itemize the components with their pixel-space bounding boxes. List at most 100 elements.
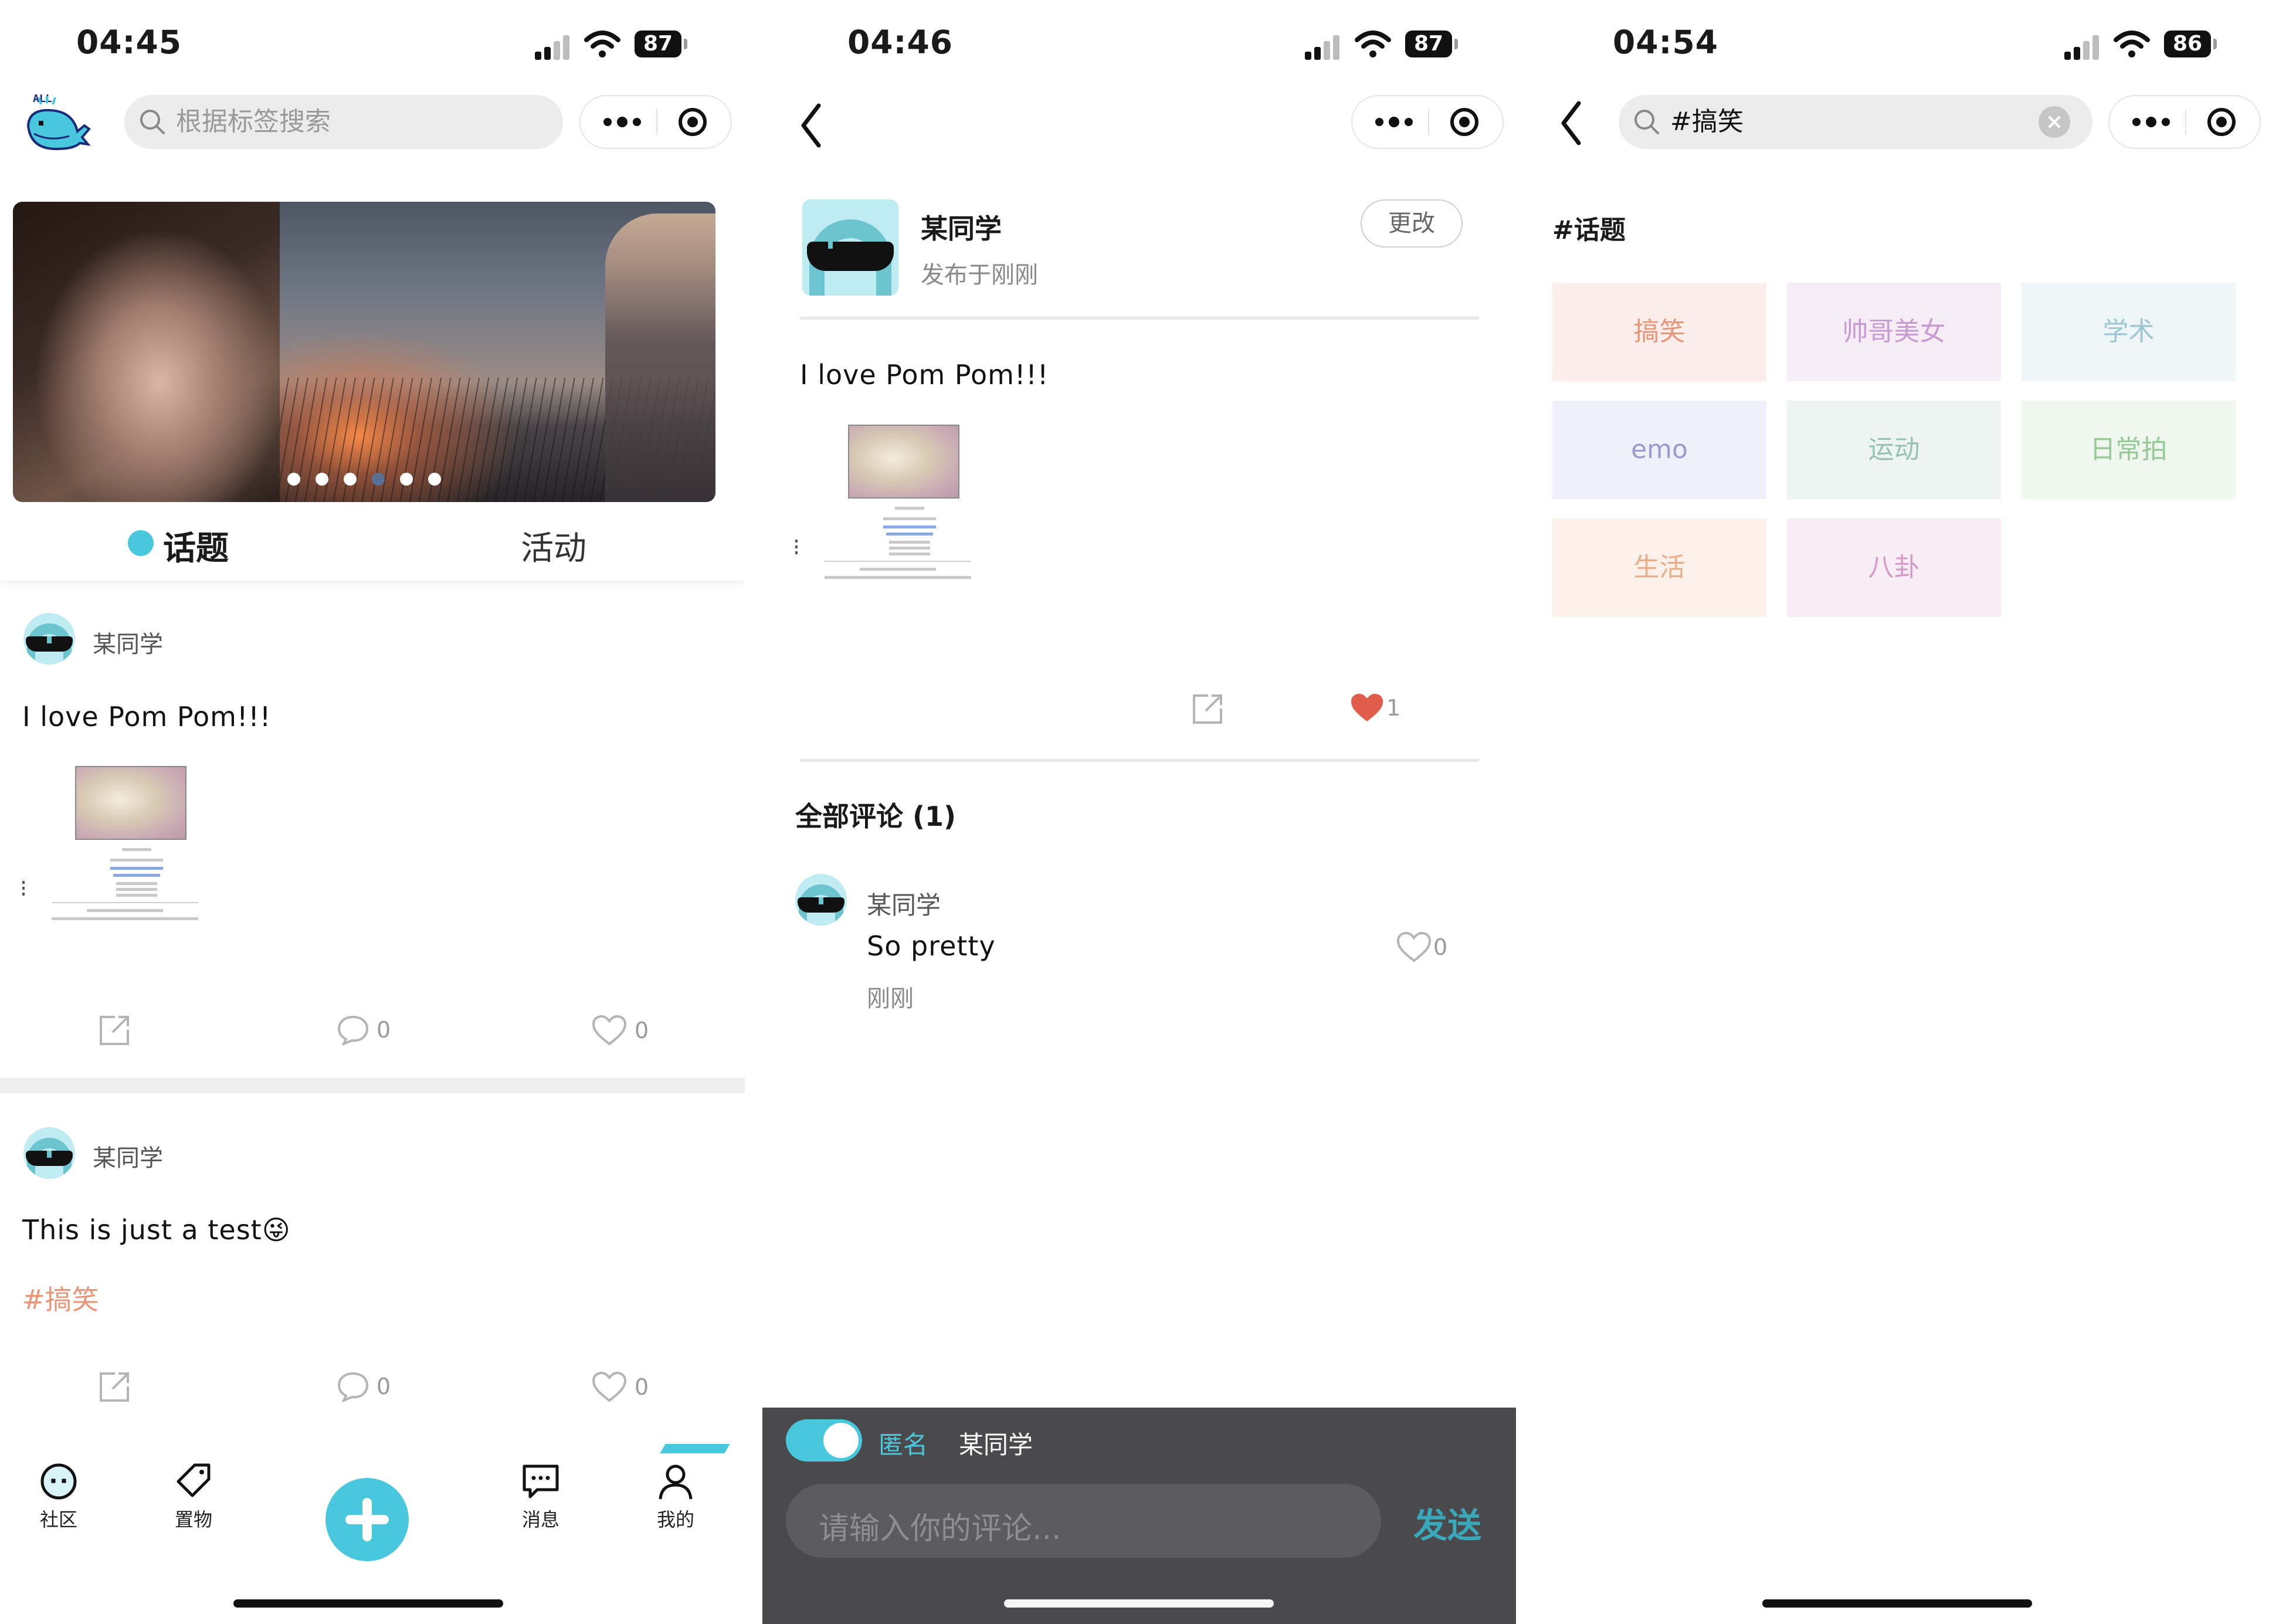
- tag-chip-academic[interactable]: 学术: [2022, 283, 2236, 381]
- tab-community[interactable]: 社区: [23, 1460, 94, 1532]
- message-icon: [523, 1464, 559, 1498]
- post-author: 某同学: [93, 1145, 163, 1172]
- cellular-signal-icon: [1305, 34, 1342, 60]
- heart-icon: [592, 1015, 627, 1046]
- like-button[interactable]: 0: [591, 1015, 649, 1046]
- close-miniprogram-icon[interactable]: [2206, 107, 2237, 137]
- more-icon[interactable]: [602, 113, 643, 131]
- tag-chip-funny[interactable]: 搞笑: [1552, 283, 1766, 381]
- post-tag[interactable]: #搞笑: [22, 1279, 99, 1317]
- close-miniprogram-icon[interactable]: [677, 107, 708, 137]
- share-icon: [1193, 694, 1222, 724]
- like-count: 0: [635, 1374, 649, 1400]
- like-count: 0: [635, 1018, 649, 1043]
- cellular-signal-icon: [2064, 34, 2102, 60]
- community-screen: 04:45 87 ALL 根据标签搜索 话题 活动 某同学 I love Pom…: [0, 0, 745, 1624]
- share-icon: [100, 1372, 129, 1402]
- comment-icon: [337, 1372, 369, 1402]
- tag-chip-emo[interactable]: emo: [1552, 401, 1766, 499]
- comment-icon: [337, 1015, 369, 1045]
- send-button[interactable]: 发送: [1413, 1498, 1481, 1547]
- tag-chip-sports[interactable]: 运动: [1787, 401, 2001, 499]
- post-author: 某同学: [93, 631, 163, 658]
- home-indicator: [1004, 1599, 1274, 1608]
- comment-time: 刚刚: [867, 985, 914, 1012]
- author-avatar[interactable]: [802, 199, 898, 296]
- comment-placeholder: 请输入你的评论...: [819, 1511, 1061, 1547]
- tab-activities[interactable]: 活动: [521, 522, 586, 569]
- home-indicator: [1762, 1599, 2032, 1608]
- svg-text:ALL: ALL: [33, 93, 52, 105]
- post-text: I love Pom Pom!!!: [800, 359, 1049, 391]
- comment-author: 某同学: [867, 891, 941, 920]
- banner-carousel[interactable]: [13, 202, 715, 502]
- comment-input[interactable]: 请输入你的评论...: [786, 1484, 1381, 1558]
- post-text: This is just a test😜: [22, 1214, 291, 1246]
- heart-filled-icon: [1351, 694, 1383, 721]
- avatar[interactable]: [23, 613, 75, 664]
- heart-icon: [1396, 931, 1432, 962]
- tag-search-bar[interactable]: #搞笑: [1619, 95, 2092, 149]
- tag-chip-life[interactable]: 生活: [1552, 518, 1766, 617]
- comment-like-button[interactable]: 0: [1396, 931, 1447, 963]
- avatar[interactable]: [795, 874, 847, 925]
- close-miniprogram-icon[interactable]: [1449, 107, 1480, 137]
- anonymous-toggle[interactable]: [786, 1419, 862, 1462]
- tag-icon: [177, 1463, 211, 1497]
- tab-profile[interactable]: 我的: [640, 1460, 711, 1532]
- heart-icon: [592, 1371, 627, 1402]
- more-icon[interactable]: [2131, 113, 2172, 131]
- comment-count: 0: [377, 1017, 391, 1043]
- post-detail-screen: 04:46 87 某同学 发布于刚刚 更改 I love Pom Pom!!!: [762, 0, 1516, 1624]
- search-value: #搞笑: [1670, 107, 1744, 137]
- clear-search-icon[interactable]: [2039, 106, 2070, 138]
- tag-chip-gossip[interactable]: 八卦: [1787, 518, 2001, 617]
- miniprogram-capsule: [579, 95, 732, 149]
- create-post-button[interactable]: [325, 1478, 409, 1561]
- tag-chip-good-looking[interactable]: 帅哥美女: [1787, 283, 2001, 381]
- comment-count: 0: [377, 1374, 391, 1399]
- app-logo-whale-icon: ALL: [26, 93, 91, 151]
- tag-chip-daily-photo[interactable]: 日常拍: [2022, 401, 2236, 499]
- like-button[interactable]: 0: [591, 1371, 649, 1403]
- comment-button[interactable]: 0: [337, 1371, 391, 1402]
- tab-label: 我的: [656, 1508, 694, 1531]
- active-tab-dot: [128, 530, 154, 556]
- cellular-signal-icon: [535, 34, 572, 60]
- share-button[interactable]: [97, 1013, 131, 1047]
- share-icon: [100, 1016, 129, 1045]
- comment-button[interactable]: 0: [337, 1015, 391, 1045]
- back-icon[interactable]: [799, 102, 822, 149]
- wifi-icon: [1355, 30, 1391, 57]
- tab-label: 置物: [174, 1508, 212, 1531]
- tab-storage[interactable]: 置物: [158, 1460, 229, 1532]
- status-time: 04:54: [1613, 23, 1719, 61]
- post-image[interactable]: [22, 766, 198, 942]
- publish-time: 发布于刚刚: [921, 262, 1038, 289]
- wifi-icon: [2114, 30, 2150, 57]
- tag-search-bar[interactable]: 根据标签搜索: [124, 95, 563, 149]
- miniprogram-capsule: [2108, 95, 2261, 149]
- avatar[interactable]: [23, 1127, 75, 1179]
- post-image[interactable]: [795, 425, 971, 601]
- share-button[interactable]: [97, 1370, 131, 1404]
- home-indicator: [233, 1599, 503, 1608]
- divider: [800, 317, 1479, 320]
- search-icon: [1634, 110, 1659, 134]
- tab-topics[interactable]: 话题: [163, 522, 229, 569]
- search-placeholder: 根据标签搜索: [176, 107, 331, 137]
- tab-messages[interactable]: 消息: [506, 1460, 576, 1532]
- profile-icon: [659, 1464, 693, 1500]
- share-button[interactable]: [1191, 692, 1225, 726]
- divider: [800, 759, 1479, 762]
- status-time: 04:46: [847, 23, 954, 61]
- edit-button[interactable]: 更改: [1361, 199, 1463, 248]
- tab-label: 社区: [39, 1508, 77, 1531]
- back-icon[interactable]: [1559, 100, 1582, 147]
- community-icon: [40, 1463, 77, 1500]
- like-button[interactable]: 1: [1349, 692, 1400, 724]
- status-time: 04:45: [76, 23, 182, 61]
- topics-section-title: #话题: [1552, 215, 1626, 245]
- more-icon[interactable]: [1373, 113, 1415, 131]
- composer-name: 某同学: [959, 1430, 1033, 1459]
